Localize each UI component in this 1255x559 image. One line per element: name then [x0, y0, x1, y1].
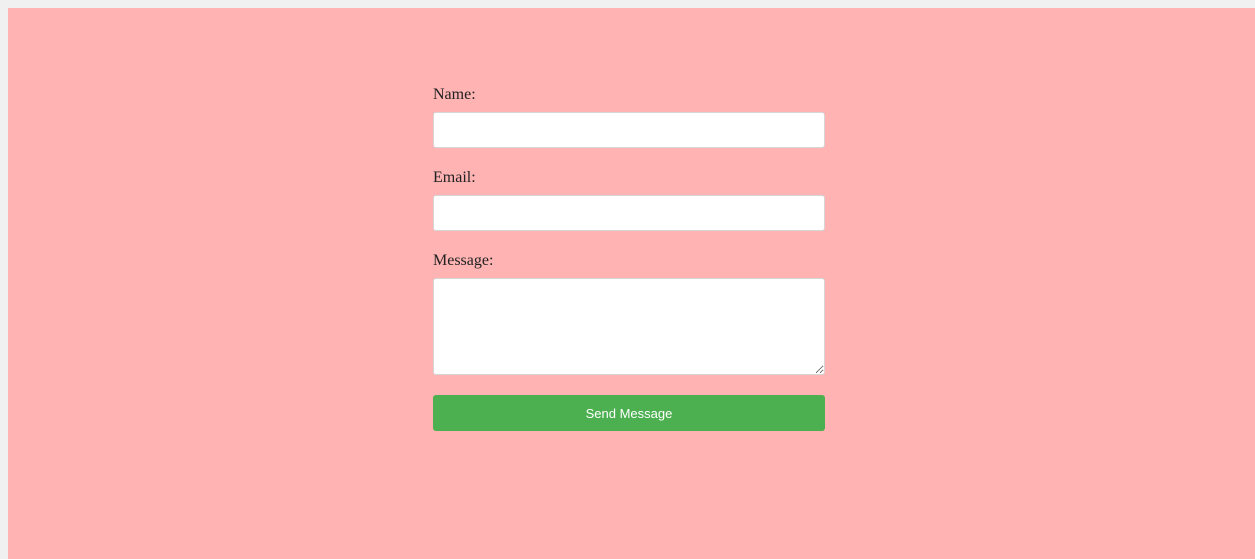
contact-form: Name: Email: Message: Send Message [433, 86, 825, 431]
message-textarea[interactable] [433, 278, 825, 375]
message-label: Message: [433, 252, 494, 269]
send-message-button[interactable]: Send Message [433, 395, 825, 431]
page-background: Name: Email: Message: Send Message [8, 8, 1255, 559]
name-label: Name: [433, 86, 476, 103]
email-label: Email: [433, 169, 476, 186]
email-input[interactable] [433, 195, 825, 231]
name-input[interactable] [433, 112, 825, 148]
